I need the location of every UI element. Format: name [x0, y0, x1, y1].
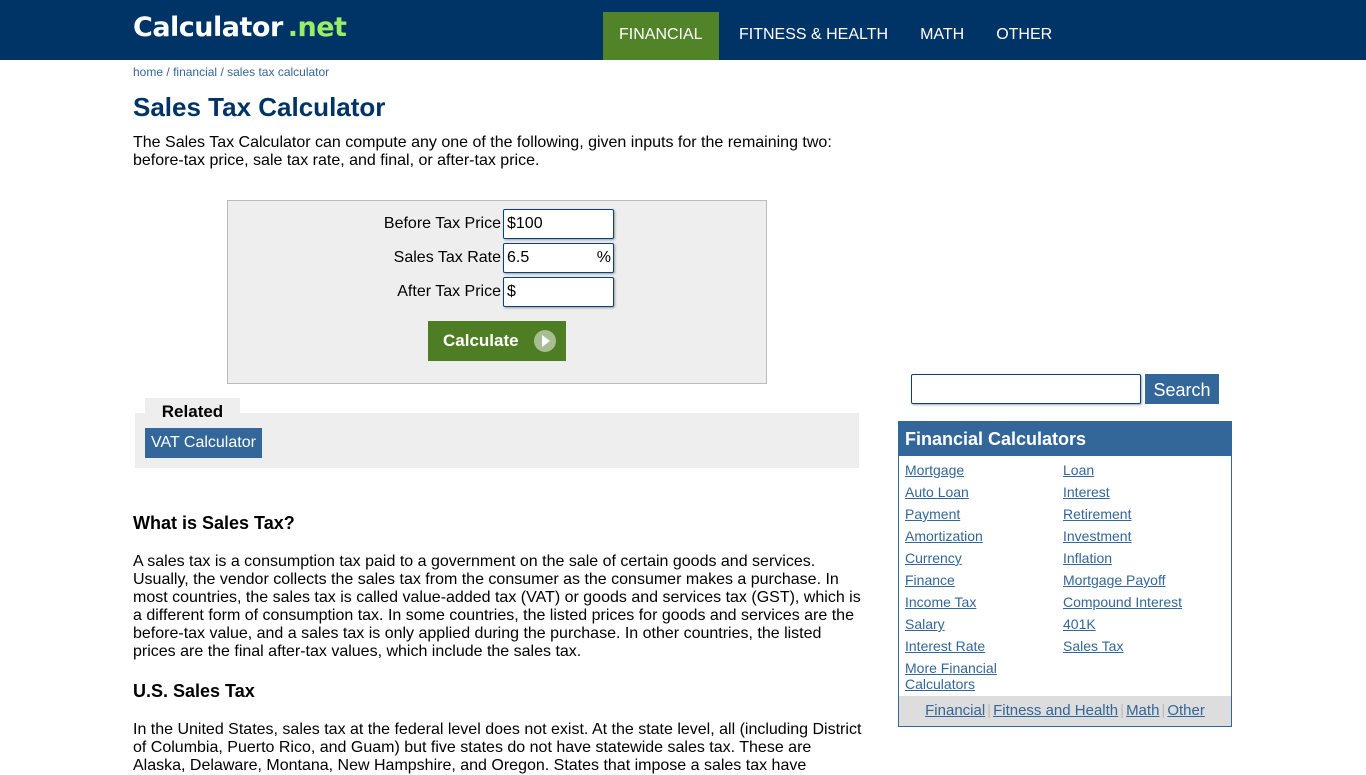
- footer-link-other[interactable]: Other: [1167, 702, 1205, 719]
- link-more-financial[interactable]: More Financial Calculators: [905, 660, 1063, 692]
- before-tax-label: Before Tax Price: [383, 215, 501, 232]
- sales-tax-rate-input[interactable]: 6.5 %: [503, 243, 614, 273]
- breadcrumb-current[interactable]: sales tax calculator: [227, 65, 329, 79]
- link-salary[interactable]: Salary: [905, 616, 1063, 638]
- calculate-button[interactable]: Calculate: [428, 321, 566, 361]
- link-retirement[interactable]: Retirement: [1063, 506, 1221, 528]
- tax-rate-value: 6.5: [507, 249, 530, 266]
- link-currency[interactable]: Currency: [905, 550, 1063, 572]
- link-income-tax[interactable]: Income Tax: [905, 594, 1063, 616]
- breadcrumb-financial[interactable]: financial: [173, 65, 217, 79]
- divider: |: [987, 702, 992, 719]
- link-interest[interactable]: Interest: [1063, 484, 1221, 506]
- percent-suffix: %: [596, 249, 611, 266]
- link-mortgage-payoff[interactable]: Mortgage Payoff: [1063, 572, 1221, 594]
- nav-fitness-health[interactable]: FITNESS & HEALTH: [723, 12, 904, 60]
- footer-link-fitness-health[interactable]: Fitness and Health: [993, 702, 1118, 719]
- section-heading: What is Sales Tax?: [133, 513, 295, 533]
- link-mortgage[interactable]: Mortgage: [905, 462, 1063, 484]
- calculator-panel: Before Tax Price $100 Sales Tax Rate 6.5…: [227, 200, 767, 384]
- breadcrumb-home[interactable]: home: [133, 65, 163, 79]
- play-arrow-icon: [534, 330, 556, 352]
- link-investment[interactable]: Investment: [1063, 528, 1221, 550]
- top-navigation-bar: Calculator .net FINANCIAL FITNESS & HEALT…: [0, 0, 1366, 60]
- after-tax-label: After Tax Price: [397, 283, 501, 300]
- financial-calculators-box: Financial Calculators Mortgage Auto Loan…: [898, 421, 1232, 727]
- financial-calculators-title: Financial Calculators: [899, 422, 1231, 456]
- related-tab: Related: [145, 398, 240, 421]
- search-input[interactable]: [911, 374, 1141, 404]
- related-box: VAT Calculator: [135, 413, 859, 468]
- after-tax-price-input[interactable]: $: [503, 277, 614, 307]
- before-tax-value: $100: [507, 215, 543, 232]
- link-compound-interest[interactable]: Compound Interest: [1063, 594, 1221, 616]
- page-title: Sales Tax Calculator: [133, 92, 386, 122]
- logo-suffix-text: .net: [287, 12, 347, 43]
- link-401k[interactable]: 401K: [1063, 616, 1221, 638]
- intro-text: The Sales Tax Calculator can compute any…: [133, 134, 832, 169]
- tax-rate-row: Sales Tax Rate 6.5 %: [228, 243, 768, 275]
- footer-link-math[interactable]: Math: [1126, 702, 1159, 719]
- link-amortization[interactable]: Amortization: [905, 528, 1063, 550]
- section-heading: U.S. Sales Tax: [133, 681, 255, 701]
- before-tax-price-input[interactable]: $100: [503, 209, 614, 239]
- after-tax-value: $: [507, 283, 516, 300]
- section-paragraph: A sales tax is a consumption tax paid to…: [133, 553, 861, 660]
- logo-main-text: Calculator: [133, 12, 283, 43]
- divider: |: [1120, 702, 1125, 719]
- breadcrumb-separator: /: [166, 65, 170, 79]
- footer-link-financial[interactable]: Financial: [925, 702, 985, 719]
- after-tax-row: After Tax Price $: [228, 277, 768, 309]
- nav-math[interactable]: MATH: [904, 12, 980, 60]
- site-logo[interactable]: Calculator .net: [133, 12, 347, 44]
- financial-links-col2: Loan Interest Retirement Investment Infl…: [1063, 462, 1221, 660]
- related-link-vat[interactable]: VAT Calculator: [145, 428, 262, 458]
- calculate-label: Calculate: [443, 331, 519, 350]
- link-inflation[interactable]: Inflation: [1063, 550, 1221, 572]
- main-nav: FINANCIAL FITNESS & HEALTH MATH OTHER: [603, 12, 1068, 60]
- link-finance[interactable]: Finance: [905, 572, 1063, 594]
- link-sales-tax[interactable]: Sales Tax: [1063, 638, 1221, 660]
- nav-other[interactable]: OTHER: [980, 12, 1068, 60]
- financial-links-col1: Mortgage Auto Loan Payment Amortization …: [905, 462, 1063, 692]
- category-footer: Financial | Fitness and Health | Math | Other: [899, 696, 1231, 726]
- link-payment[interactable]: Payment: [905, 506, 1063, 528]
- link-loan[interactable]: Loan: [1063, 462, 1221, 484]
- search-button[interactable]: Search: [1145, 374, 1219, 404]
- nav-financial[interactable]: FINANCIAL: [603, 12, 719, 60]
- section-paragraph: In the United States, sales tax at the f…: [133, 721, 862, 774]
- divider: |: [1161, 702, 1166, 719]
- before-tax-row: Before Tax Price $100: [228, 209, 768, 241]
- breadcrumb: home / financial / sales tax calculator: [133, 65, 329, 79]
- tax-rate-label: Sales Tax Rate: [393, 249, 501, 266]
- breadcrumb-separator: /: [220, 65, 224, 79]
- link-interest-rate[interactable]: Interest Rate: [905, 638, 1063, 660]
- link-auto-loan[interactable]: Auto Loan: [905, 484, 1063, 506]
